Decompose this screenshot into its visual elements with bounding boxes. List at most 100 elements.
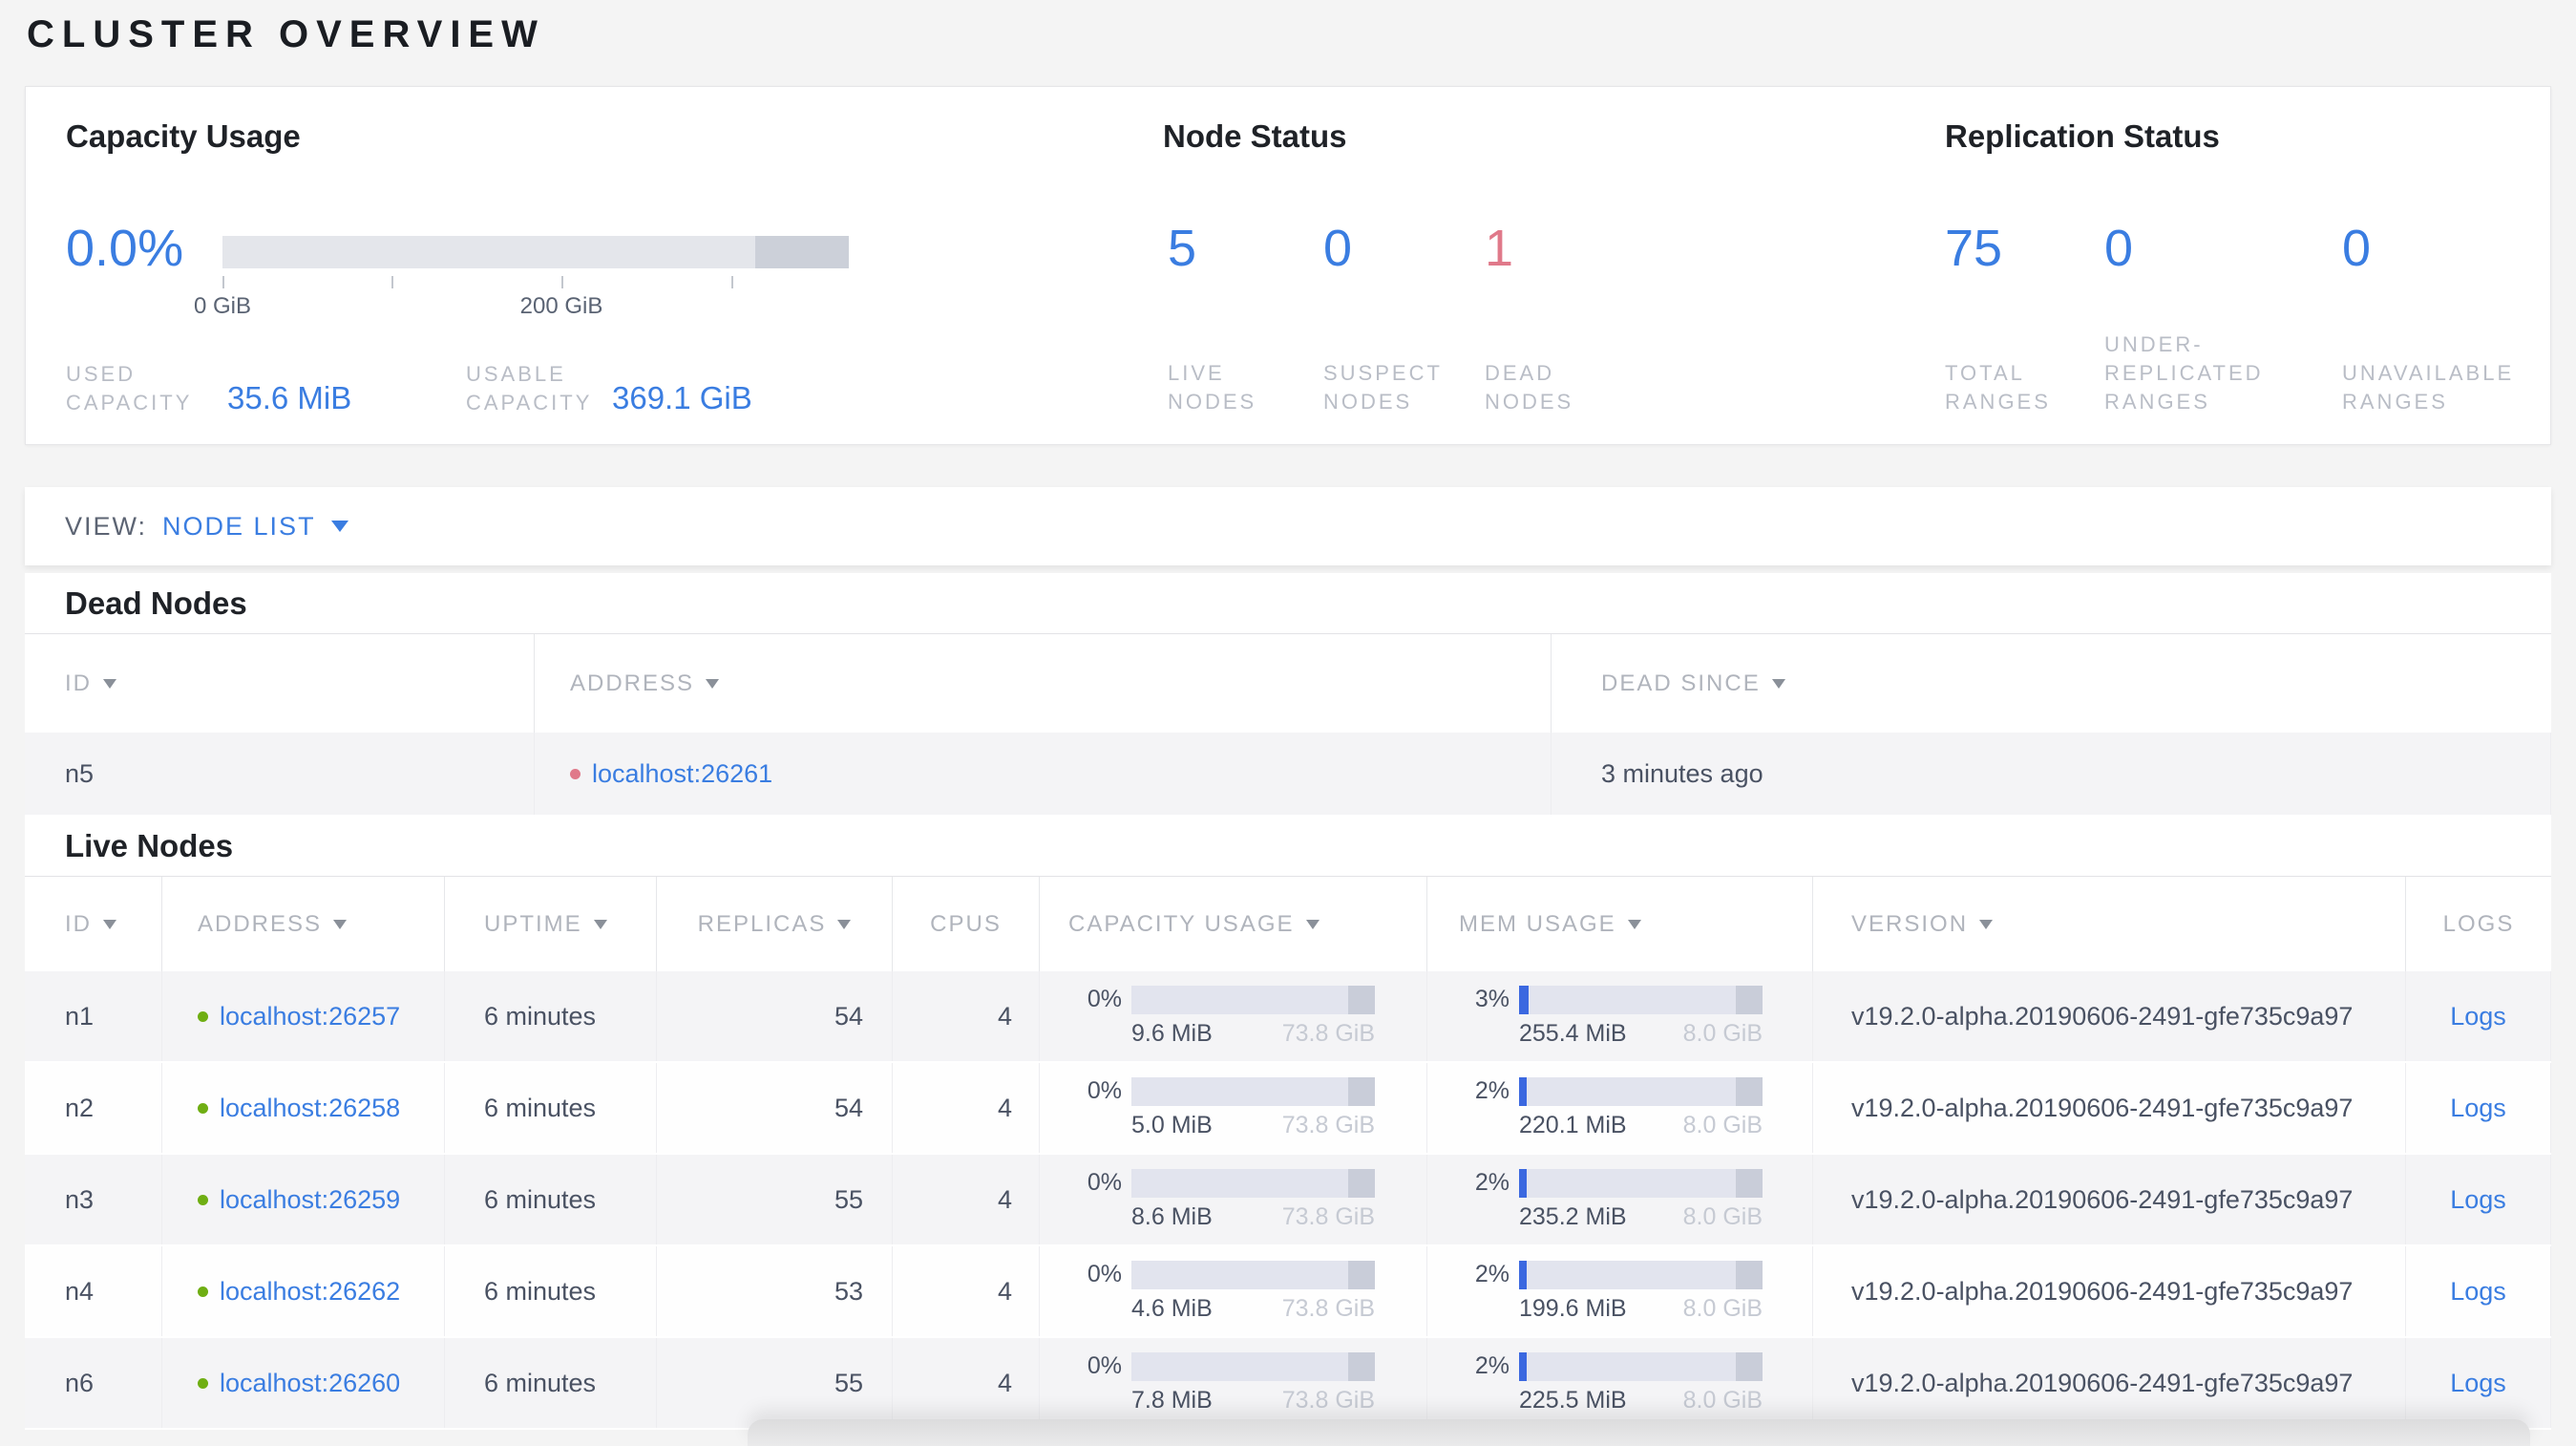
live-node-row: n2 localhost:26258 6 minutes 54 4 0% 5.0… — [25, 1063, 2551, 1155]
logs-link[interactable]: Logs — [2450, 1185, 2506, 1215]
node-address-link[interactable]: localhost:26258 — [220, 1094, 400, 1123]
unavailable-ranges-count: 0 — [2342, 220, 2372, 277]
node-replicas: 55 — [657, 1338, 893, 1428]
capacity-used-percent: 0.0% — [66, 220, 184, 277]
sort-arrow-icon — [706, 678, 720, 689]
live-col-uptime[interactable]: UPTIME — [445, 877, 657, 971]
node-replicas: 54 — [657, 1063, 893, 1153]
node-capacity-usage: 0% 4.6 MiB 73.8 GiB — [1040, 1246, 1427, 1336]
sort-arrow-icon — [1771, 678, 1785, 689]
node-capacity-usage: 0% 5.0 MiB 73.8 GiB — [1040, 1063, 1427, 1153]
node-id: n3 — [25, 1155, 162, 1244]
dead-nodes-label: DEAD NODES — [1485, 361, 1574, 414]
node-uptime: 6 minutes — [445, 1338, 657, 1428]
live-status-dot-icon — [198, 1102, 208, 1114]
view-selector-dropdown[interactable]: NODE LIST — [162, 512, 316, 542]
live-col-capacity-usage[interactable]: CAPACITY USAGE — [1040, 877, 1427, 971]
memory-bar — [1519, 1168, 1763, 1198]
chevron-down-icon[interactable] — [330, 521, 348, 532]
capacity-usage-heading: Capacity Usage — [66, 118, 301, 154]
node-mem-usage: 3% 255.4 MiB 8.0 GiB — [1427, 971, 1813, 1061]
axis-tick — [391, 276, 393, 288]
replication-status-heading: Replication Status — [1945, 118, 2220, 154]
dead-nodes-count: 1 — [1485, 220, 1514, 277]
node-id: n6 — [25, 1338, 162, 1428]
node-replicas: 54 — [657, 971, 893, 1061]
node-uptime: 6 minutes — [445, 1155, 657, 1244]
node-address-link[interactable]: localhost:26261 — [592, 759, 772, 789]
memory-bar — [1519, 985, 1763, 1014]
node-address-link[interactable]: localhost:26262 — [220, 1277, 400, 1307]
axis-tick — [731, 276, 733, 288]
unavailable-ranges-label: UNAVAILABLE RANGES — [2342, 361, 2515, 414]
live-node-row: n4 localhost:26262 6 minutes 53 4 0% 4.6… — [25, 1246, 2551, 1338]
logs-link[interactable]: Logs — [2450, 1369, 2506, 1398]
logs-cell: Logs — [2406, 1063, 2551, 1153]
node-version: v19.2.0-alpha.20190606-2491-gfe735c9a97 — [1813, 971, 2406, 1061]
dead-since-value: 3 minutes ago — [1552, 733, 2551, 815]
live-nodes-heading: Live Nodes — [65, 828, 234, 863]
dead-col-address[interactable]: ADDRESS — [535, 634, 1552, 733]
node-cpus: 4 — [893, 1338, 1040, 1428]
node-version: v19.2.0-alpha.20190606-2491-gfe735c9a97 — [1813, 1155, 2406, 1244]
node-cpus: 4 — [893, 971, 1040, 1061]
total-ranges-count: 75 — [1945, 220, 2003, 277]
live-col-address[interactable]: ADDRESS — [162, 877, 445, 971]
node-replicas: 53 — [657, 1246, 893, 1336]
sort-arrow-icon — [1305, 919, 1320, 929]
live-col-mem-usage[interactable]: MEM USAGE — [1427, 877, 1813, 971]
memory-bar — [1519, 1351, 1763, 1381]
cluster-summary-card: Capacity Usage 0.0% 0 GiB 200 GiB USED C… — [25, 86, 2551, 445]
node-cpus: 4 — [893, 1155, 1040, 1244]
node-mem-usage: 2% 220.1 MiB 8.0 GiB — [1427, 1063, 1813, 1153]
logs-link[interactable]: Logs — [2450, 1094, 2506, 1123]
node-mem-usage: 2% 225.5 MiB 8.0 GiB — [1427, 1338, 1813, 1428]
live-col-id[interactable]: ID — [25, 877, 162, 971]
dead-node-row: n5 localhost:26261 3 minutes ago — [25, 733, 2551, 817]
node-cpus: 4 — [893, 1246, 1040, 1336]
used-capacity-label: USED CAPACITY — [66, 362, 193, 415]
suspect-nodes-count: 0 — [1323, 220, 1353, 277]
view-bar: VIEW: NODE LIST — [25, 487, 2551, 565]
view-label: VIEW: — [65, 511, 148, 541]
live-col-replicas[interactable]: REPLICAS — [657, 877, 893, 971]
logs-link[interactable]: Logs — [2450, 1002, 2506, 1031]
node-address-cell: localhost:26260 — [162, 1338, 445, 1428]
dead-col-id[interactable]: ID — [25, 634, 535, 733]
capacity-bar — [1131, 985, 1375, 1014]
logs-cell: Logs — [2406, 1155, 2551, 1244]
node-id: n4 — [25, 1246, 162, 1336]
node-uptime: 6 minutes — [445, 1246, 657, 1336]
live-col-version[interactable]: VERSION — [1813, 877, 2406, 971]
logs-link[interactable]: Logs — [2450, 1277, 2506, 1307]
node-capacity-usage: 0% 7.8 MiB 73.8 GiB — [1040, 1338, 1427, 1428]
dead-col-dead-since[interactable]: DEAD SINCE — [1552, 634, 2551, 733]
memory-bar — [1519, 1260, 1763, 1289]
capacity-bar — [1131, 1076, 1375, 1106]
live-status-dot-icon — [198, 1010, 208, 1022]
sort-arrow-icon — [103, 919, 116, 929]
dead-nodes-heading: Dead Nodes — [65, 585, 247, 621]
live-status-dot-icon — [198, 1377, 208, 1389]
live-status-dot-icon — [198, 1286, 208, 1297]
dead-nodes-table-header: ID ADDRESS DEAD SINCE — [25, 633, 2551, 733]
under-replicated-ranges-label: UNDER- REPLICATED RANGES — [2104, 332, 2264, 414]
node-version: v19.2.0-alpha.20190606-2491-gfe735c9a97 — [1813, 1246, 2406, 1336]
node-version: v19.2.0-alpha.20190606-2491-gfe735c9a97 — [1813, 1338, 2406, 1428]
sort-arrow-icon — [1627, 919, 1641, 929]
node-address-cell: localhost:26262 — [162, 1246, 445, 1336]
sort-arrow-icon — [333, 919, 348, 929]
node-address-link[interactable]: localhost:26260 — [220, 1369, 400, 1398]
sort-arrow-icon — [837, 919, 852, 929]
usable-capacity-value: 369.1 GiB — [612, 380, 752, 415]
used-capacity-value: 35.6 MiB — [227, 380, 352, 415]
live-node-row: n1 localhost:26257 6 minutes 54 4 0% 9.6… — [25, 971, 2551, 1063]
page-title: CLUSTER OVERVIEW — [27, 13, 545, 55]
logs-cell: Logs — [2406, 1338, 2551, 1428]
capacity-bar — [1131, 1168, 1375, 1198]
node-address-link[interactable]: localhost:26257 — [220, 1002, 400, 1031]
usable-capacity-label: USABLE CAPACITY — [466, 362, 593, 415]
sort-arrow-icon — [103, 678, 116, 689]
axis-tick-label: 200 GiB — [519, 293, 603, 319]
node-address-link[interactable]: localhost:26259 — [220, 1185, 400, 1215]
